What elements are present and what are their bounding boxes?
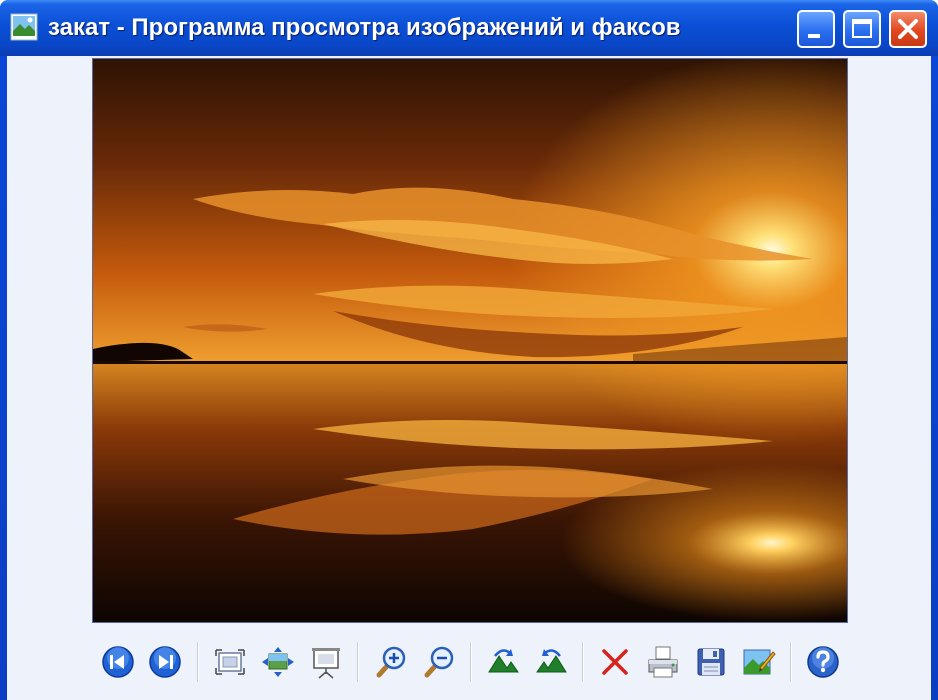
slideshow-icon xyxy=(312,648,340,679)
rotate-counterclockwise-button[interactable] xyxy=(534,644,570,680)
viewer-area xyxy=(7,56,931,700)
viewer-toolbar xyxy=(7,628,931,698)
toolbar-separator xyxy=(357,642,359,682)
title-bar[interactable]: закат - Программа просмотра изображений … xyxy=(0,0,938,56)
window-title: закат - Программа просмотра изображений … xyxy=(48,14,681,41)
maximize-icon xyxy=(852,19,872,38)
save-button[interactable] xyxy=(693,644,729,680)
app-icon[interactable] xyxy=(10,13,38,41)
maximize-button[interactable] xyxy=(843,10,881,48)
toolbar-separator xyxy=(790,642,792,682)
actual-size-icon xyxy=(262,647,294,677)
zoom-out-icon xyxy=(424,646,454,678)
rotate-counterclockwise-icon xyxy=(536,649,567,673)
delete-icon xyxy=(602,649,628,675)
zoom-in-button[interactable] xyxy=(373,644,409,680)
actual-size-button[interactable] xyxy=(260,644,296,680)
edit-button[interactable] xyxy=(740,644,776,680)
image-viewer-window: закат - Программа просмотра изображений … xyxy=(0,0,938,700)
print-button[interactable] xyxy=(645,644,681,680)
edit-icon xyxy=(743,649,776,675)
toolbar-separator xyxy=(582,642,584,682)
minimize-button[interactable] xyxy=(797,10,835,48)
toolbar-separator xyxy=(470,642,472,682)
print-icon xyxy=(648,646,678,678)
next-icon xyxy=(149,646,181,678)
toolbar-separator xyxy=(197,642,199,682)
close-button[interactable] xyxy=(889,10,927,48)
sunset-image xyxy=(93,59,847,622)
sunset-photo[interactable] xyxy=(92,58,848,623)
best-fit-button[interactable] xyxy=(212,644,248,680)
rotate-clockwise-button[interactable] xyxy=(485,644,521,680)
previous-image-button[interactable] xyxy=(100,644,136,680)
minimize-icon xyxy=(808,34,820,38)
slideshow-button[interactable] xyxy=(308,644,344,680)
delete-button[interactable] xyxy=(597,644,633,680)
save-icon xyxy=(697,648,725,676)
zoom-in-icon xyxy=(376,646,406,678)
help-button[interactable] xyxy=(805,644,841,680)
rotate-clockwise-icon xyxy=(488,649,519,673)
help-icon xyxy=(807,646,839,678)
zoom-out-button[interactable] xyxy=(421,644,457,680)
next-image-button[interactable] xyxy=(147,644,183,680)
previous-icon xyxy=(102,646,134,678)
best-fit-icon xyxy=(215,649,245,675)
close-icon xyxy=(898,19,918,39)
